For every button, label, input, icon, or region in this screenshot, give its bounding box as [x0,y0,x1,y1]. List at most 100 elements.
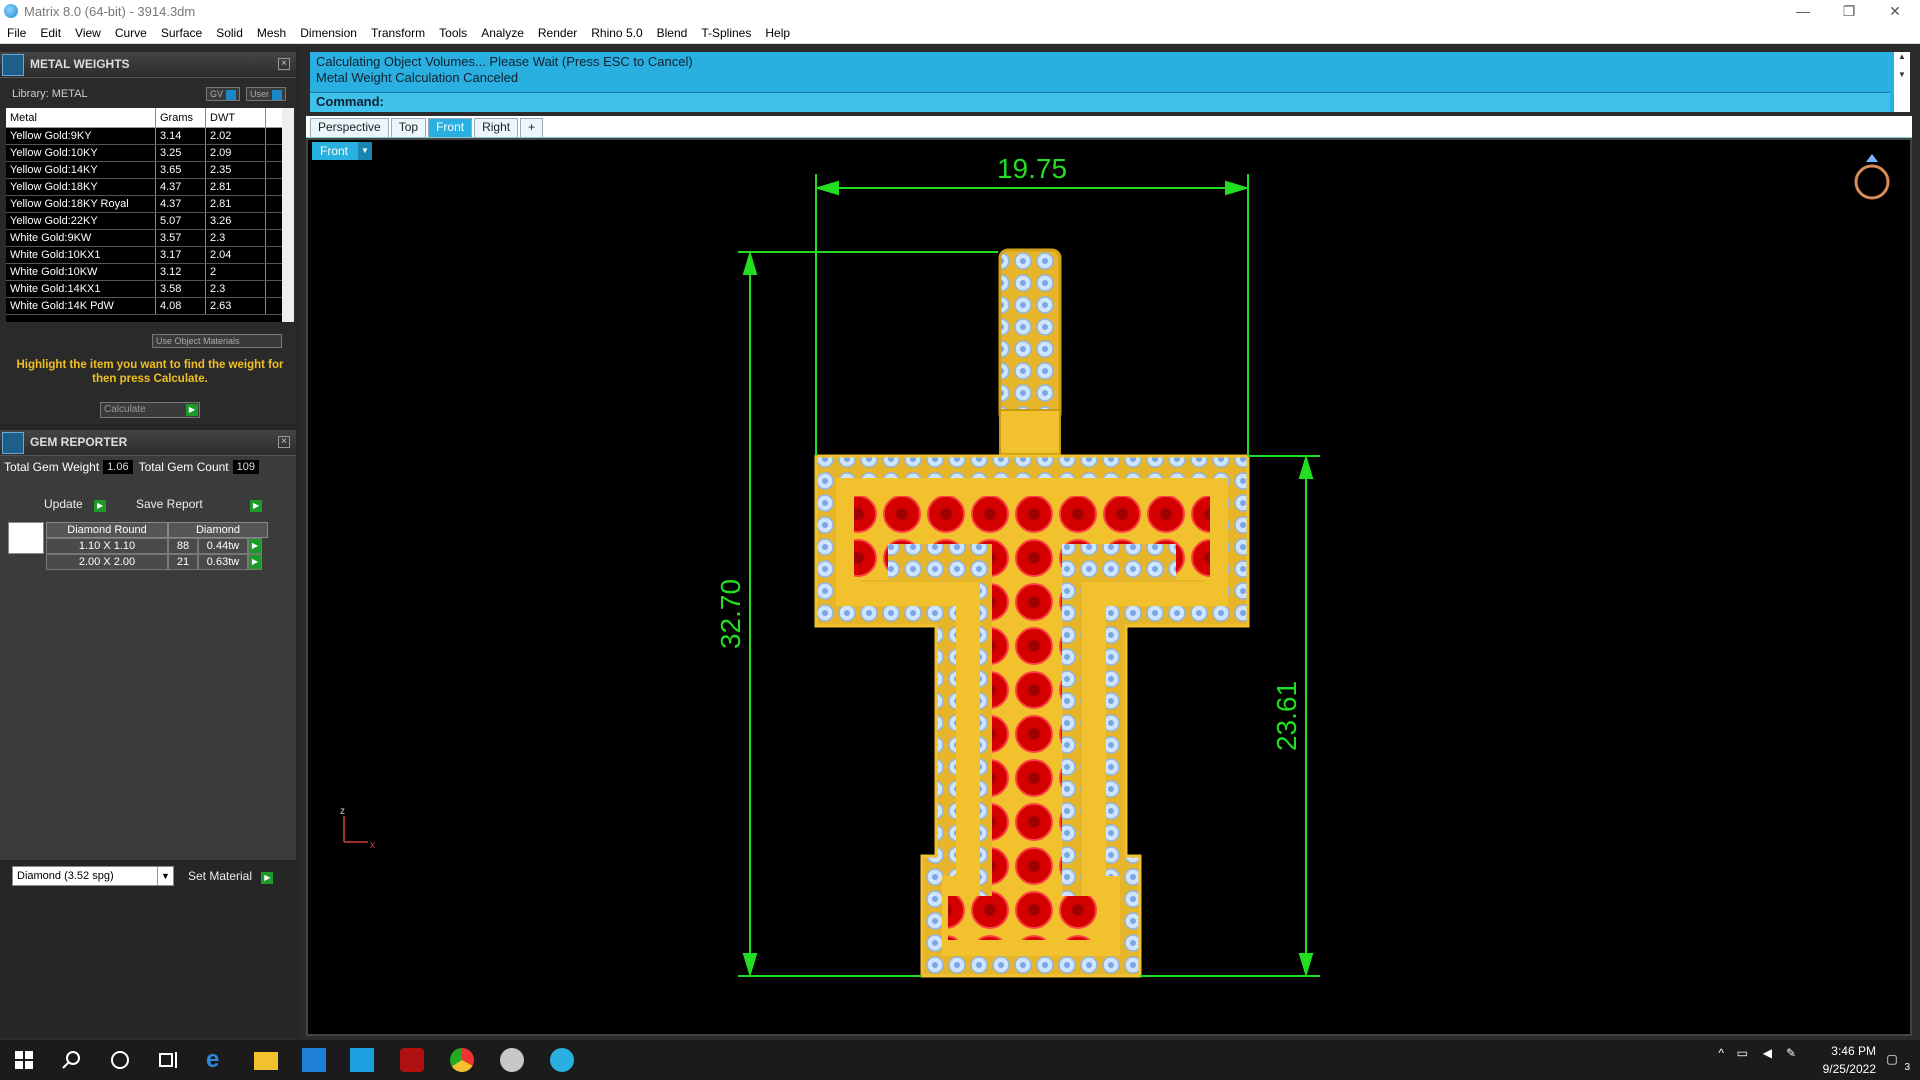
chevron-up-icon[interactable]: ^ [1704,1046,1724,1060]
chevron-down-icon: ▼ [157,867,173,885]
search-icon[interactable] [60,1048,84,1072]
menu-tsplines[interactable]: T-Splines [694,26,758,40]
table-row[interactable]: Yellow Gold:10KY 3.25 2.09 [6,145,282,162]
table-row[interactable]: Yellow Gold:14KY 3.65 2.35 [6,162,282,179]
cell-dwt: 3.26 [206,213,266,229]
minimize-button[interactable]: — [1780,0,1826,22]
volume-icon[interactable]: ◀ [1752,1046,1772,1060]
gv-button[interactable]: GV [206,87,241,101]
use-object-materials-button[interactable]: Use Object Materials [152,334,282,348]
clock-time[interactable]: 3:46 PM [1780,1044,1876,1058]
tab-top[interactable]: Top [390,118,427,137]
menu-view[interactable]: View [68,26,108,40]
matrix-app-icon [4,4,18,18]
clock-date[interactable]: 9/25/2022 [1780,1062,1876,1076]
table-row[interactable]: Yellow Gold:18KY 4.37 2.81 [6,179,282,196]
gem-count: 21 [168,554,198,570]
menu-help[interactable]: Help [758,26,797,40]
update-button[interactable]: Update ▶ [44,496,107,512]
cell-dwt: 2.35 [206,162,266,178]
col-metal[interactable]: Metal [6,108,156,127]
task-view-icon[interactable] [156,1048,180,1072]
edge-browser-icon[interactable]: e [206,1048,230,1072]
cell-grams: 3.65 [156,162,206,178]
cortana-icon[interactable] [108,1048,132,1072]
menu-transform[interactable]: Transform [364,26,432,40]
command-prompt[interactable]: Command: [310,92,1890,112]
menu-edit[interactable]: Edit [33,26,68,40]
command-scrollbar[interactable]: ▲ ▼ [1894,52,1910,112]
store-icon[interactable] [302,1048,326,1072]
command-line-2: Metal Weight Calculation Canceled [316,70,519,85]
material-select[interactable]: Diamond (3.52 spg) ▼ [12,866,174,886]
menu-file[interactable]: File [0,26,33,40]
gem-grid-header: Diamond Round Diamond [46,522,268,538]
cell-metal: White Gold:14KX1 [6,281,156,297]
add-tab-icon[interactable]: + [520,118,544,137]
pendant-bail[interactable] [998,248,1062,455]
menu-dimension[interactable]: Dimension [293,26,364,40]
play-icon[interactable]: ▶ [248,538,262,554]
mail-icon[interactable] [350,1048,374,1072]
table-row[interactable]: Yellow Gold:9KY 3.14 2.02 [6,128,282,145]
close-icon[interactable]: × [278,436,290,448]
cell-dwt: 2.02 [206,128,266,144]
menu-tools[interactable]: Tools [432,26,474,40]
gem-row[interactable]: 1.10 X 1.10 88 0.44tw ▶ [46,538,262,554]
front-viewport[interactable]: Front ▼ 19.75 32.70 23.61 z x [306,138,1912,1036]
cell-dwt: 2.04 [206,247,266,263]
cell-metal: Yellow Gold:18KY [6,179,156,195]
table-row[interactable]: White Gold:14KX1 3.58 2.3 [6,281,282,298]
set-material-label: Set Material [188,869,253,883]
paint-icon[interactable] [500,1048,524,1072]
table-row[interactable]: Yellow Gold:22KY 5.07 3.26 [6,213,282,230]
menu-render[interactable]: Render [531,26,584,40]
app-icon[interactable] [400,1048,424,1072]
menu-mesh[interactable]: Mesh [250,26,293,40]
col-dwt[interactable]: DWT [206,108,266,127]
calculate-button[interactable]: Calculate ▶ [100,402,200,418]
menu-solid[interactable]: Solid [209,26,250,40]
user-button[interactable]: User [246,87,287,101]
file-explorer-icon[interactable] [254,1052,278,1070]
gem-reporter-title: GEM REPORTER [30,435,128,449]
title-bar: Matrix 8.0 (64-bit) - 3914.3dm — ❐ ✕ [0,0,1920,22]
total-gem-weight-label: Total Gem Weight [4,460,100,474]
total-gem-count-label: Total Gem Count [138,460,229,474]
set-material-button[interactable]: Set Material ▶ [188,868,274,884]
diamond-round-icon [8,522,44,554]
menu-rhino[interactable]: Rhino 5.0 [584,26,649,40]
play-icon[interactable]: ▶ [248,554,262,570]
menu-blend[interactable]: Blend [650,26,695,40]
chrome-icon[interactable] [450,1048,474,1072]
viewport-tab-bar: Perspective Top Front Right + [306,116,1912,138]
tab-perspective[interactable]: Perspective [310,118,389,137]
metal-table-scrollbar[interactable] [282,108,294,322]
ring-view-icon[interactable] [1854,154,1890,200]
table-row[interactable]: White Gold:9KW 3.57 2.3 [6,230,282,247]
gem-reporter-header: GEM REPORTER × [0,430,296,456]
table-row[interactable]: White Gold:14K PdW 4.08 2.63 [6,298,282,315]
cell-metal: Yellow Gold:14KY [6,162,156,178]
table-row[interactable]: White Gold:10KW 3.12 2 [6,264,282,281]
menu-curve[interactable]: Curve [108,26,154,40]
tab-right[interactable]: Right [474,118,519,137]
table-row[interactable]: Yellow Gold:18KY Royal 4.37 2.81 [6,196,282,213]
table-row[interactable]: White Gold:10KX1 3.17 2.04 [6,247,282,264]
material-select-value: Diamond (3.52 spg) [17,870,114,882]
restore-button[interactable]: ❐ [1826,0,1872,22]
network-icon[interactable]: ▭ [1728,1046,1748,1060]
gem-row[interactable]: 2.00 X 2.00 21 0.63tw ▶ [46,554,262,570]
t-pendant[interactable] [814,454,1250,978]
left-panel: METAL WEIGHTS × Library: METAL GV User M… [0,46,300,1038]
save-report-button[interactable]: Save Report ▶ [136,496,263,512]
tab-front[interactable]: Front [428,118,473,137]
menu-analyze[interactable]: Analyze [474,26,531,40]
matrix-taskbar-icon[interactable] [550,1048,574,1072]
close-icon[interactable]: × [278,58,290,70]
windows-start-icon[interactable] [12,1048,36,1072]
menu-surface[interactable]: Surface [154,26,209,40]
gem-size: 1.10 X 1.10 [46,538,168,554]
col-grams[interactable]: Grams [156,108,206,127]
close-button[interactable]: ✕ [1872,0,1918,22]
